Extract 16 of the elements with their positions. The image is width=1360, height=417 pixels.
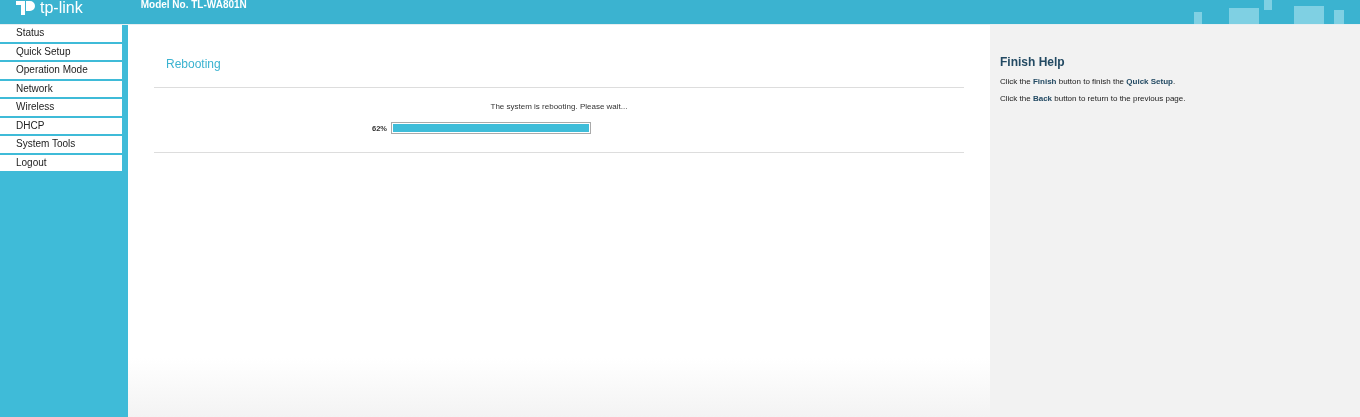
- model-number: Model No. TL-WA801N: [140, 0, 247, 10]
- help-text: Click the Finish button to finish the Quick Setup.: [1000, 77, 1177, 86]
- help-title: Finish Help: [1000, 55, 1066, 69]
- menu-item[interactable]: System Tools: [0, 136, 122, 153]
- page-title: Rebooting: [166, 57, 222, 71]
- menu-item[interactable]: Wireless: [0, 99, 122, 116]
- menu-item[interactable]: DHCP: [0, 117, 122, 134]
- logo-text: tp-link: [40, 1, 83, 15]
- logo-icon: [16, 1, 36, 15]
- status-message: The system is rebooting. Please wait...: [489, 102, 629, 111]
- help-text: Click the Back button to return to the previous page.: [1000, 94, 1187, 103]
- menu-item[interactable]: Status: [0, 25, 122, 42]
- menu-item[interactable]: Logout: [0, 154, 122, 171]
- menu-item[interactable]: Quick Setup: [0, 43, 122, 60]
- menu-item[interactable]: Operation Mode: [0, 62, 122, 79]
- menu-item[interactable]: Network: [0, 80, 122, 97]
